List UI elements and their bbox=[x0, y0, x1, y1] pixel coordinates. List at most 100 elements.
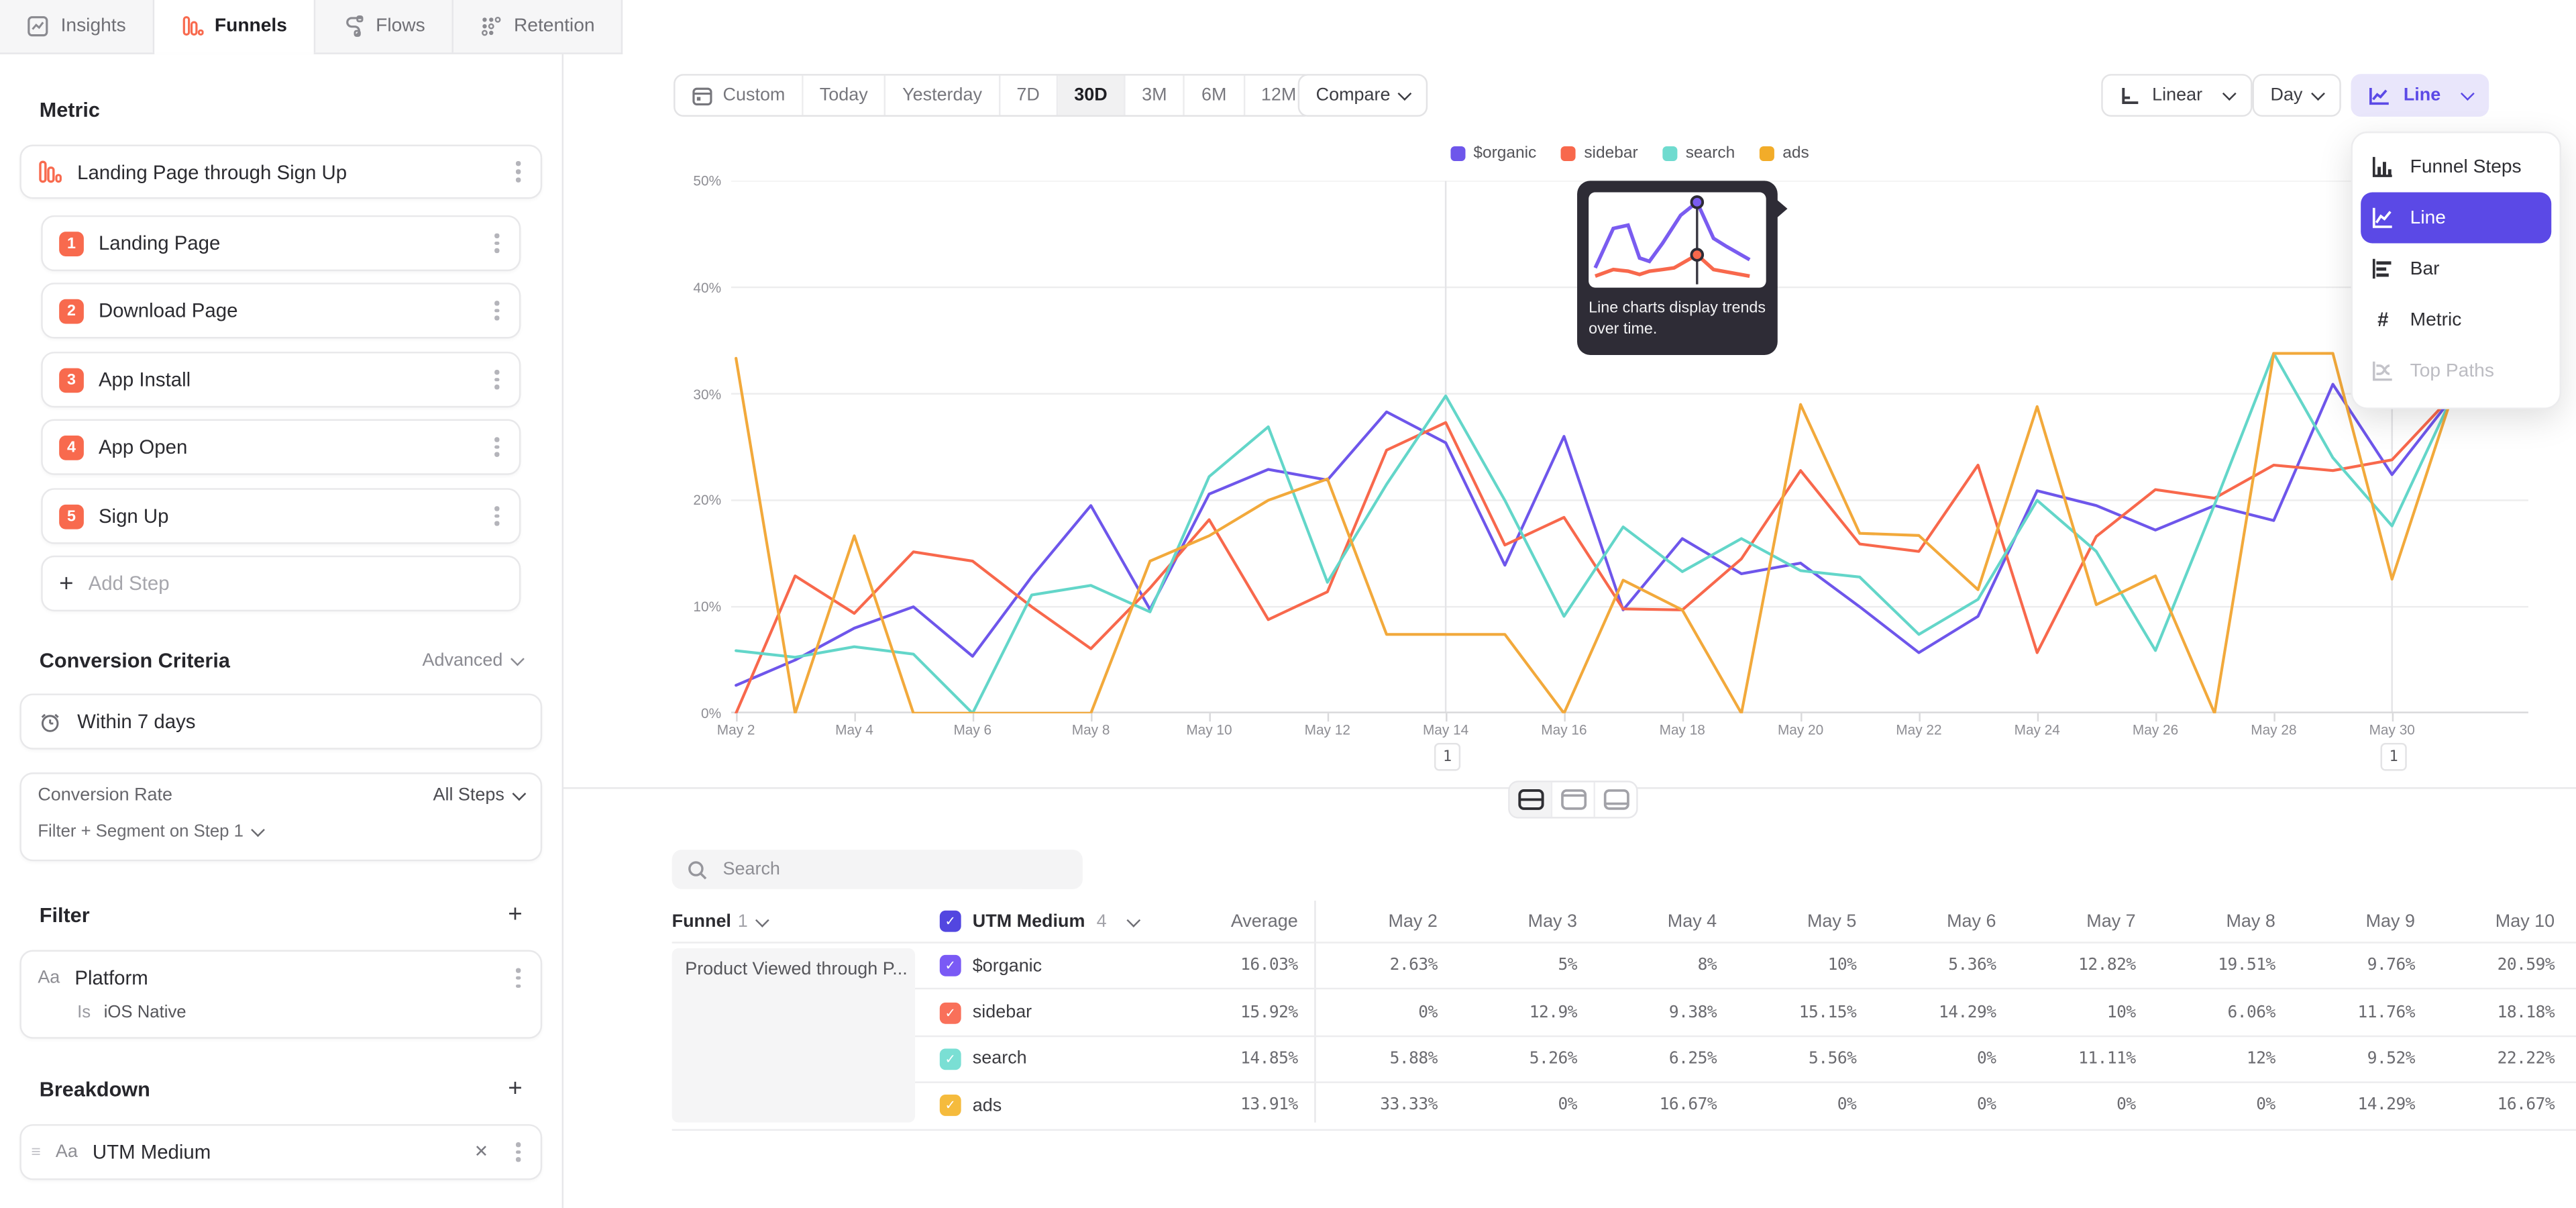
filter-operator[interactable]: Is bbox=[77, 1003, 91, 1022]
y-axis-labels: 0%10%20%30%40%50% bbox=[652, 181, 721, 713]
kebab-icon[interactable] bbox=[492, 503, 502, 530]
funnel-column-header[interactable]: Funnel 1 bbox=[672, 911, 915, 931]
advanced-dropdown[interactable]: Advanced bbox=[423, 651, 523, 670]
funnel-step-card[interactable]: 5Sign Up bbox=[41, 488, 521, 544]
series-checkbox[interactable]: ✓ bbox=[940, 1048, 961, 1070]
kebab-icon[interactable] bbox=[513, 158, 524, 185]
all-steps-dropdown[interactable]: All Steps bbox=[433, 786, 524, 805]
filter-card[interactable]: Aa Platform Is iOS Native bbox=[19, 950, 542, 1039]
series-line-ads[interactable] bbox=[736, 354, 2451, 713]
average-value: 13.91% bbox=[1175, 1097, 1298, 1115]
kebab-icon[interactable] bbox=[513, 1139, 524, 1166]
series-line-search[interactable] bbox=[736, 354, 2451, 713]
cell-value: 6.06% bbox=[2136, 1003, 2275, 1021]
menu-item-metric[interactable]: #Metric bbox=[2353, 294, 2560, 345]
funnel-step-card[interactable]: 2Download Page bbox=[41, 283, 521, 338]
legend-item[interactable]: sidebar bbox=[1561, 145, 1638, 163]
search-icon bbox=[687, 859, 708, 880]
drag-handle-icon[interactable]: ≡ bbox=[32, 1143, 41, 1161]
y-tick-label: 30% bbox=[652, 386, 721, 402]
breakdown-column-header[interactable]: ✓ UTM Medium 4 bbox=[940, 911, 1175, 932]
menu-item-funnel-steps[interactable]: Funnel Steps bbox=[2353, 142, 2560, 193]
breakdown-card[interactable]: ≡ Aa UTM Medium ✕ bbox=[19, 1124, 542, 1180]
x-tick-mark bbox=[2273, 713, 2275, 721]
metric-name: Landing Page through Sign Up bbox=[77, 160, 498, 183]
chart-type-dropdown[interactable]: Line bbox=[2351, 74, 2488, 117]
metric-card[interactable]: Landing Page through Sign Up bbox=[19, 145, 542, 199]
range-6m[interactable]: 6M bbox=[1185, 76, 1245, 115]
date-column-header[interactable]: May 5 bbox=[1717, 911, 1856, 931]
y-tick-label: 10% bbox=[652, 599, 721, 615]
kebab-icon[interactable] bbox=[492, 434, 502, 460]
range-yesterday[interactable]: Yesterday bbox=[886, 76, 1000, 115]
funnel-step-card[interactable]: 3App Install bbox=[41, 352, 521, 407]
table-row[interactable]: ✓sidebar15.92%0%12.9%9.38%15.15%14.29%10… bbox=[672, 990, 2576, 1037]
series-checkbox[interactable]: ✓ bbox=[940, 1095, 961, 1117]
menu-item-bar[interactable]: Bar bbox=[2353, 243, 2560, 294]
tab-flows[interactable]: Flows bbox=[315, 0, 453, 52]
kebab-icon[interactable] bbox=[513, 965, 524, 992]
annotation-badge[interactable]: 1 bbox=[2381, 743, 2407, 771]
series-checkbox[interactable]: ✓ bbox=[940, 955, 961, 976]
add-breakdown-button[interactable]: + bbox=[508, 1075, 522, 1103]
funnel-steps-icon bbox=[2371, 154, 2396, 179]
legend-item[interactable]: $organic bbox=[1450, 145, 1536, 163]
date-column-header[interactable]: May 10 bbox=[2415, 911, 2555, 931]
kebab-icon[interactable] bbox=[492, 297, 502, 324]
range-30d[interactable]: 30D bbox=[1058, 76, 1126, 115]
legend-item[interactable]: ads bbox=[1760, 145, 1809, 163]
funnel-name-cell[interactable]: Product Viewed through P... bbox=[672, 948, 915, 1123]
funnel-step-card[interactable]: 1Landing Page bbox=[41, 215, 521, 271]
layout-table-button[interactable] bbox=[1595, 783, 1636, 817]
line-chart-icon bbox=[2367, 85, 2392, 106]
x-tick-mark bbox=[1801, 713, 1802, 721]
range-custom[interactable]: Custom bbox=[676, 76, 804, 115]
conversion-window-card[interactable]: Within 7 days bbox=[19, 693, 542, 749]
step-label: Landing Page bbox=[99, 232, 477, 254]
funnel-step-card[interactable]: 4App Open bbox=[41, 419, 521, 474]
x-tick-label: May 8 bbox=[1045, 721, 1137, 738]
layout-chart-button[interactable] bbox=[1552, 783, 1595, 817]
legend-swatch bbox=[1561, 146, 1576, 161]
annotation-badge[interactable]: 1 bbox=[1434, 743, 1460, 771]
add-step-button[interactable]: + Add Step bbox=[41, 556, 521, 611]
tab-insights[interactable]: Insights bbox=[0, 0, 154, 52]
table-search[interactable] bbox=[672, 850, 1083, 889]
filter-segment-dropdown[interactable]: Filter + Segment on Step 1 bbox=[38, 821, 263, 841]
tab-retention[interactable]: Retention bbox=[453, 0, 621, 52]
calendar-icon bbox=[692, 85, 713, 106]
date-column-header[interactable]: May 7 bbox=[1996, 911, 2136, 931]
compare-button[interactable]: Compare bbox=[1298, 74, 1428, 117]
menu-item-line[interactable]: Line bbox=[2361, 193, 2551, 244]
filter-value[interactable]: iOS Native bbox=[104, 1003, 186, 1022]
legend-item[interactable]: search bbox=[1662, 145, 1735, 163]
table-row[interactable]: ✓ads13.91%33.33%0%16.67%0%0%0%0%14.29%16… bbox=[672, 1083, 2576, 1130]
table-row[interactable]: ✓search14.85%5.88%5.26%6.25%5.56%0%11.11… bbox=[672, 1037, 2576, 1084]
tab-funnels[interactable]: Funnels bbox=[154, 0, 315, 52]
search-input[interactable] bbox=[720, 858, 1068, 880]
range-7d[interactable]: 7D bbox=[1000, 76, 1058, 115]
date-column-header[interactable]: May 9 bbox=[2275, 911, 2415, 931]
series-line-organic[interactable] bbox=[736, 385, 2451, 686]
x-tick-mark bbox=[1919, 713, 1920, 721]
date-column-header[interactable]: May 8 bbox=[2136, 911, 2275, 931]
range-today[interactable]: Today bbox=[803, 76, 885, 115]
kebab-icon[interactable] bbox=[492, 366, 502, 393]
kebab-icon[interactable] bbox=[492, 230, 502, 257]
chevron-down-icon bbox=[1126, 913, 1140, 927]
date-column-header[interactable]: May 3 bbox=[1438, 911, 1577, 931]
range-3m[interactable]: 3M bbox=[1126, 76, 1185, 115]
remove-breakdown-icon[interactable]: ✕ bbox=[464, 1142, 498, 1162]
series-checkbox[interactable]: ✓ bbox=[940, 1002, 961, 1023]
average-column-header[interactable]: Average bbox=[1175, 911, 1298, 931]
scale-dropdown[interactable]: Linear bbox=[2101, 74, 2251, 117]
table-row[interactable]: ✓$organic16.03%2.63%5%8%10%5.36%12.82%19… bbox=[672, 942, 2576, 990]
add-filter-button[interactable]: + bbox=[508, 901, 522, 929]
step-number-badge: 3 bbox=[59, 367, 84, 392]
interval-dropdown[interactable]: Day bbox=[2253, 74, 2341, 117]
date-column-header[interactable]: May 2 bbox=[1298, 911, 1438, 931]
date-column-header[interactable]: May 6 bbox=[1856, 911, 1996, 931]
layout-split-button[interactable] bbox=[1510, 783, 1553, 817]
date-column-header[interactable]: May 4 bbox=[1577, 911, 1717, 931]
select-all-checkbox[interactable]: ✓ bbox=[940, 911, 961, 932]
